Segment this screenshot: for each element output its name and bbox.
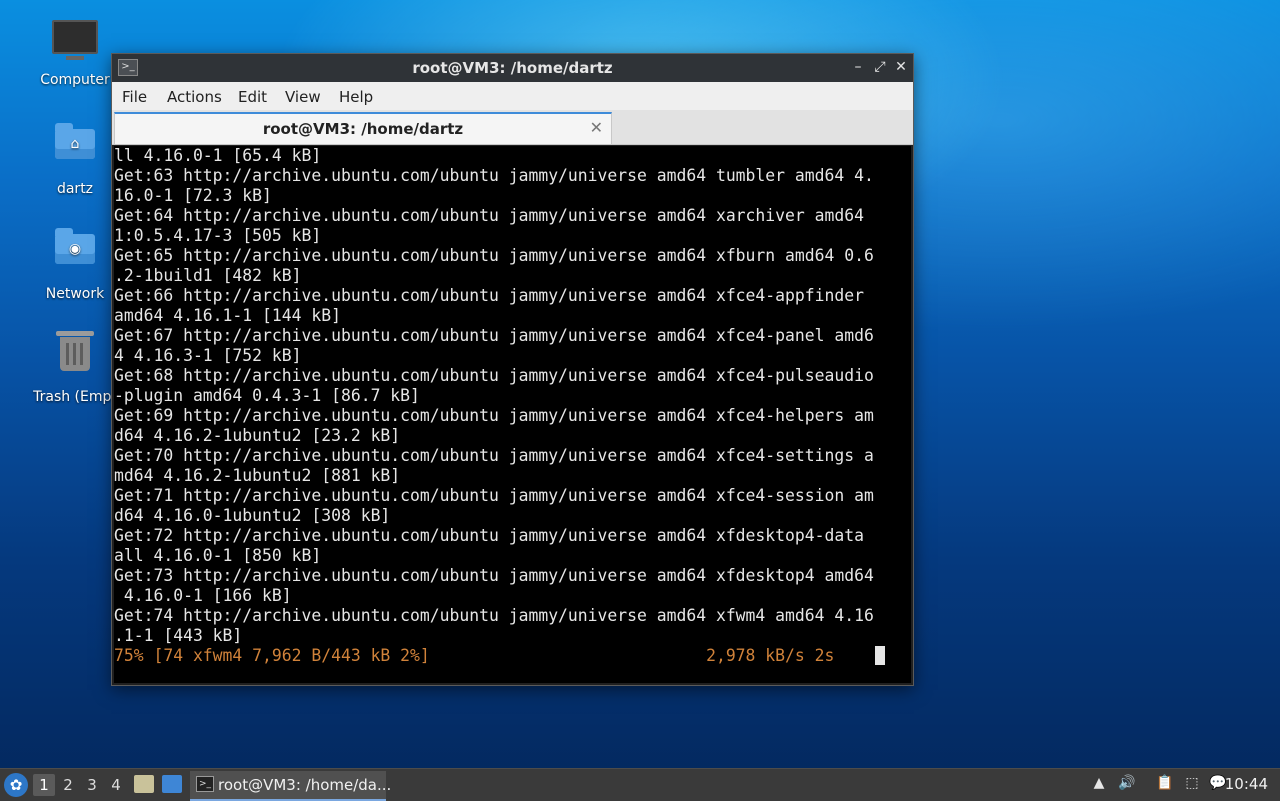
close-icon[interactable]: ✕ [892, 58, 910, 76]
terminal-line: d64 4.16.0-1ubuntu2 [308 kB] [114, 506, 391, 525]
terminal-line: Get:73 http://archive.ubuntu.com/ubuntu … [114, 566, 874, 585]
terminal-line: Get:64 http://archive.ubuntu.com/ubuntu … [114, 206, 864, 225]
terminal-line: .1-1 [443 kB] [114, 626, 243, 645]
file-manager-icon[interactable] [134, 775, 154, 793]
terminal-window: >_ root@VM3: /home/dartz – ⤢ ✕ File Acti… [111, 53, 914, 686]
network-icon[interactable]: ⬚ [1183, 775, 1201, 793]
progress-line: 75% [74 xfwm4 7,962 B/443 kB 2%] 2,978 k… [114, 646, 835, 665]
menu-bar: File Actions Edit View Help [112, 82, 913, 110]
home-folder-icon: ⌂ [51, 123, 99, 177]
taskbar: ✿ 1 2 3 4 >_ root@VM3: /home/da... ▲ 🔊 📋… [0, 768, 1280, 801]
tab-terminal[interactable]: root@VM3: /home/dartz ✕ [114, 112, 612, 144]
workspace-1[interactable]: 1 [33, 774, 55, 796]
volume-icon[interactable]: 🔊 [1118, 775, 1136, 793]
terminal-line: Get:72 http://archive.ubuntu.com/ubuntu … [114, 526, 864, 545]
computer-icon [51, 20, 99, 68]
window-title: root@VM3: /home/dartz [412, 59, 613, 77]
network-folder-icon: ◉ [51, 228, 99, 282]
terminal-line: Get:66 http://archive.ubuntu.com/ubuntu … [114, 286, 864, 305]
terminal-line: .2-1build1 [482 kB] [114, 266, 302, 285]
desktop-icon-dartz[interactable]: ⌂ dartz [29, 119, 121, 197]
desktop-icon[interactable] [162, 775, 182, 793]
tab-close-icon[interactable]: ✕ [590, 118, 603, 137]
minimize-icon[interactable]: – [849, 58, 867, 76]
menu-file[interactable]: File [122, 88, 147, 106]
desktop-icon-trash[interactable]: Trash (Empt [29, 329, 121, 405]
terminal-line: Get:74 http://archive.ubuntu.com/ubuntu … [114, 606, 874, 625]
terminal-line: 4 4.16.3-1 [752 kB] [114, 346, 302, 365]
terminal-cursor [875, 646, 885, 665]
terminal-line: Get:71 http://archive.ubuntu.com/ubuntu … [114, 486, 874, 505]
workspace-3[interactable]: 3 [81, 774, 103, 796]
window-titlebar[interactable]: >_ root@VM3: /home/dartz – ⤢ ✕ [112, 54, 913, 82]
desktop-icon-label: Computer [40, 72, 110, 88]
trash-icon [51, 331, 99, 385]
terminal-line: d64 4.16.2-1ubuntu2 [23.2 kB] [114, 426, 401, 445]
menu-help[interactable]: Help [339, 88, 373, 106]
terminal-line: Get:69 http://archive.ubuntu.com/ubuntu … [114, 406, 874, 425]
updates-icon[interactable]: ▲ [1090, 775, 1108, 793]
whisker-menu-icon[interactable]: ✿ [4, 773, 28, 797]
terminal-line: Get:70 http://archive.ubuntu.com/ubuntu … [114, 446, 874, 465]
terminal-line: 4.16.0-1 [166 kB] [114, 586, 292, 605]
menu-edit[interactable]: Edit [238, 88, 267, 106]
terminal-line: ll 4.16.0-1 [65.4 kB] [114, 146, 322, 165]
desktop-icon-network[interactable]: ◉ Network [29, 224, 121, 302]
desktop-icon-computer[interactable]: Computer [29, 14, 121, 88]
terminal-line: 16.0-1 [72.3 kB] [114, 186, 272, 205]
terminal-line: 1:0.5.4.17-3 [505 kB] [114, 226, 322, 245]
tab-label: root@VM3: /home/dartz [262, 120, 464, 138]
terminal-output[interactable]: ll 4.16.0-1 [65.4 kB] Get:63 http://archi… [114, 146, 911, 683]
taskbar-button-terminal[interactable]: >_ root@VM3: /home/da... [190, 771, 391, 801]
terminal-icon: >_ [196, 776, 214, 792]
desktop-icon-label: Trash (Empt [33, 389, 117, 405]
workspace-4[interactable]: 4 [105, 774, 127, 796]
desktop-icon-label: dartz [56, 181, 94, 197]
menu-actions[interactable]: Actions [167, 88, 222, 106]
terminal-line: Get:65 http://archive.ubuntu.com/ubuntu … [114, 246, 874, 265]
terminal-line: amd64 4.16.1-1 [144 kB] [114, 306, 341, 325]
maximize-icon[interactable]: ⤢ [871, 58, 889, 76]
clock[interactable]: 10:44 [1225, 775, 1268, 793]
terminal-line: Get:67 http://archive.ubuntu.com/ubuntu … [114, 326, 874, 345]
tab-bar: root@VM3: /home/dartz ✕ [112, 110, 913, 145]
taskbar-button-label: root@VM3: /home/da... [218, 776, 392, 794]
workspace-2[interactable]: 2 [57, 774, 79, 796]
terminal-line: Get:68 http://archive.ubuntu.com/ubuntu … [114, 366, 874, 385]
clipboard-icon[interactable]: 📋 [1156, 775, 1174, 793]
desktop-icon-label: Network [45, 286, 105, 302]
terminal-line: Get:63 http://archive.ubuntu.com/ubuntu … [114, 166, 874, 185]
terminal-line: all 4.16.0-1 [850 kB] [114, 546, 322, 565]
terminal-line: md64 4.16.2-1ubuntu2 [881 kB] [114, 466, 401, 485]
terminal-line: -plugin amd64 0.4.3-1 [86.7 kB] [114, 386, 420, 405]
menu-view[interactable]: View [285, 88, 321, 106]
